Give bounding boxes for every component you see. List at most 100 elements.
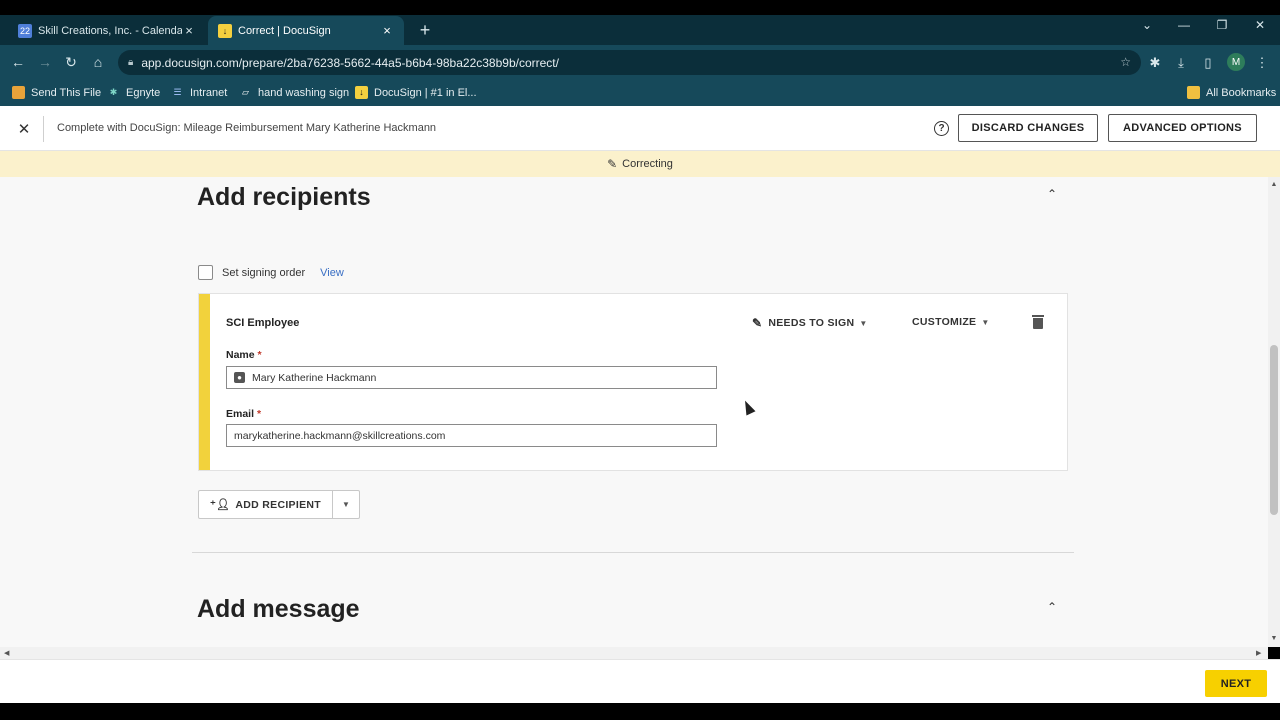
top-black-bar <box>0 0 1280 15</box>
required-mark: * <box>257 349 262 361</box>
add-recipient-label: ADD RECIPIENT <box>235 498 321 511</box>
bookmark-label: Egnyte <box>126 86 161 99</box>
name-label: Name * <box>226 349 262 361</box>
browser-tab-strip: 22 Skill Creations, Inc. - Calendar - S … <box>0 0 1280 45</box>
scroll-up-icon[interactable]: ▲ <box>1268 181 1280 188</box>
name-label-text: Name <box>226 349 255 361</box>
scroll-left-icon[interactable]: ◀ <box>4 649 9 657</box>
recipient-role: SCI Employee <box>226 317 300 329</box>
scroll-right-icon[interactable]: ▶ <box>1256 649 1261 657</box>
advanced-options-button[interactable]: ADVANCED OPTIONS <box>1108 114 1257 142</box>
reload-icon[interactable]: ↻ <box>62 54 80 71</box>
bookmark-label: hand washing sign <box>258 86 350 99</box>
close-icon[interactable]: × <box>380 23 394 38</box>
docusign-icon: ↓ <box>355 86 368 99</box>
document-icon: ▱ <box>242 87 249 97</box>
bookmark-hand-washing-sign[interactable]: ▱ hand washing sign <box>239 86 349 99</box>
action-label: NEEDS TO SIGN <box>768 317 855 329</box>
docusign-icon: ↓ <box>218 23 232 38</box>
chevron-up-icon[interactable]: ⌃ <box>1047 600 1057 614</box>
all-bookmarks-label: All Bookmarks <box>1206 86 1277 99</box>
restore-icon[interactable]: ❐ <box>1212 18 1232 32</box>
email-label: Email * <box>226 408 261 420</box>
required-mark: * <box>256 408 262 420</box>
email-input[interactable]: marykatherine.hackmann@skillcreations.co… <box>226 424 717 447</box>
profile-avatar[interactable]: M <box>1227 53 1245 71</box>
recipient-card: SCI Employee ✎ NEEDS TO SIGN ▼ CUSTOMIZE… <box>198 293 1068 471</box>
back-icon[interactable]: ← <box>9 54 27 70</box>
tab-title: Correct | DocuSign <box>238 24 331 37</box>
email-label-text: Email <box>226 408 255 420</box>
view-link[interactable]: View <box>320 267 344 279</box>
chevron-up-icon[interactable]: ⌃ <box>1047 187 1057 201</box>
bookmark-egnyte[interactable]: ✱ Egnyte <box>107 86 161 99</box>
tab-calendar[interactable]: 22 Skill Creations, Inc. - Calendar - S … <box>8 16 206 45</box>
signing-order-row: Set signing order View <box>198 265 344 280</box>
egnyte-icon: ✱ <box>109 87 118 97</box>
needs-to-sign-dropdown[interactable]: ✎ NEEDS TO SIGN ▼ <box>752 316 868 330</box>
main-content: Add recipients ⌃ Set signing order View … <box>0 177 1268 647</box>
trash-icon[interactable] <box>1032 315 1044 329</box>
download-icon[interactable]: ⤓ <box>1173 55 1189 71</box>
bookmark-intranet[interactable]: ☰ Intranet <box>171 86 227 99</box>
bookmark-label: DocuSign | #1 in El... <box>374 86 477 99</box>
home-icon[interactable]: ⌂ <box>89 54 107 70</box>
trash-lid <box>1032 315 1044 317</box>
pencil-icon: ✎ <box>607 157 618 171</box>
bookmark-send-this-file[interactable]: Send This File <box>12 86 101 99</box>
tab-docusign[interactable]: ↓ Correct | DocuSign × <box>208 16 404 45</box>
screen: 22 Skill Creations, Inc. - Calendar - S … <box>0 0 1280 720</box>
bookmark-label: Send This File <box>31 86 102 99</box>
lock-icon: 🔒︎ <box>128 57 134 68</box>
scroll-down-icon[interactable]: ▼ <box>1268 635 1280 642</box>
menu-icon[interactable]: ⋮ <box>1254 55 1270 71</box>
customize-label: CUSTOMIZE <box>912 316 977 328</box>
bookmark-label: Intranet <box>190 86 228 99</box>
folder-icon <box>1187 86 1200 99</box>
signing-order-checkbox[interactable] <box>198 265 213 280</box>
caret-down-icon: ▼ <box>981 317 990 327</box>
bookmarks-bar: Send This File ✱ Egnyte ☰ Intranet ▱ han… <box>0 80 1280 106</box>
recipient-color-stripe <box>199 294 210 470</box>
side-panel-icon[interactable]: ▯ <box>1200 55 1216 71</box>
add-recipient-dropdown[interactable]: ▼ <box>333 491 359 518</box>
scroll-thumb[interactable] <box>1270 345 1278 515</box>
add-recipient-button-group: ⁺👤︎ ADD RECIPIENT ▼ <box>198 490 360 519</box>
pen-icon: ✎ <box>752 316 763 330</box>
bookmark-docusign[interactable]: ↓ DocuSign | #1 in El... <box>355 86 477 99</box>
url-text: app.docusign.com/prepare/2ba76238-5662-4… <box>141 55 559 70</box>
name-input[interactable]: ● Mary Katherine Hackmann <box>226 366 717 389</box>
footer-bar: NEXT <box>0 659 1280 703</box>
close-icon[interactable]: × <box>182 23 196 38</box>
add-message-title: Add message <box>197 595 360 623</box>
add-recipient-button[interactable]: ⁺👤︎ ADD RECIPIENT <box>199 491 333 518</box>
extensions-icon[interactable]: ✱ <box>1147 55 1163 71</box>
add-user-icon: ⁺👤︎ <box>210 499 231 511</box>
bookmark-icon <box>12 86 25 99</box>
trash-can <box>1033 318 1043 329</box>
signing-order-label: Set signing order <box>222 266 306 279</box>
bookmark-star-icon[interactable]: ☆ <box>1120 55 1131 69</box>
contact-icon[interactable]: ● <box>234 372 245 383</box>
vertical-scrollbar[interactable]: ▲ ▼ <box>1268 177 1280 647</box>
address-bar[interactable]: 🔒︎ app.docusign.com/prepare/2ba76238-566… <box>118 50 1141 75</box>
all-bookmarks[interactable]: All Bookmarks <box>1187 86 1276 99</box>
help-icon[interactable]: ? <box>934 121 949 136</box>
minimize-icon[interactable]: — <box>1174 18 1194 32</box>
horizontal-scrollbar[interactable]: ◀ ▶ <box>0 647 1268 659</box>
calendar-icon: 22 <box>18 23 32 38</box>
customize-dropdown[interactable]: CUSTOMIZE ▼ <box>912 316 990 328</box>
browser-toolbar: ← → ↻ ⌂ 🔒︎ app.docusign.com/prepare/2ba7… <box>0 45 1280 80</box>
caret-down-icon: ▼ <box>859 318 868 328</box>
window-close-icon[interactable]: ✕ <box>1250 18 1270 32</box>
new-tab-icon[interactable]: + <box>416 20 434 41</box>
section-divider <box>192 552 1074 553</box>
name-value: Mary Katherine Hackmann <box>252 371 377 384</box>
correcting-banner: ✎ Correcting <box>0 151 1280 177</box>
next-button[interactable]: NEXT <box>1205 670 1267 697</box>
forward-icon[interactable]: → <box>36 54 54 70</box>
close-icon[interactable]: ✕ <box>16 120 32 138</box>
tab-search-icon[interactable]: ⌄ <box>1137 18 1157 32</box>
header-divider <box>43 116 44 142</box>
discard-changes-button[interactable]: DISCARD CHANGES <box>958 114 1098 142</box>
